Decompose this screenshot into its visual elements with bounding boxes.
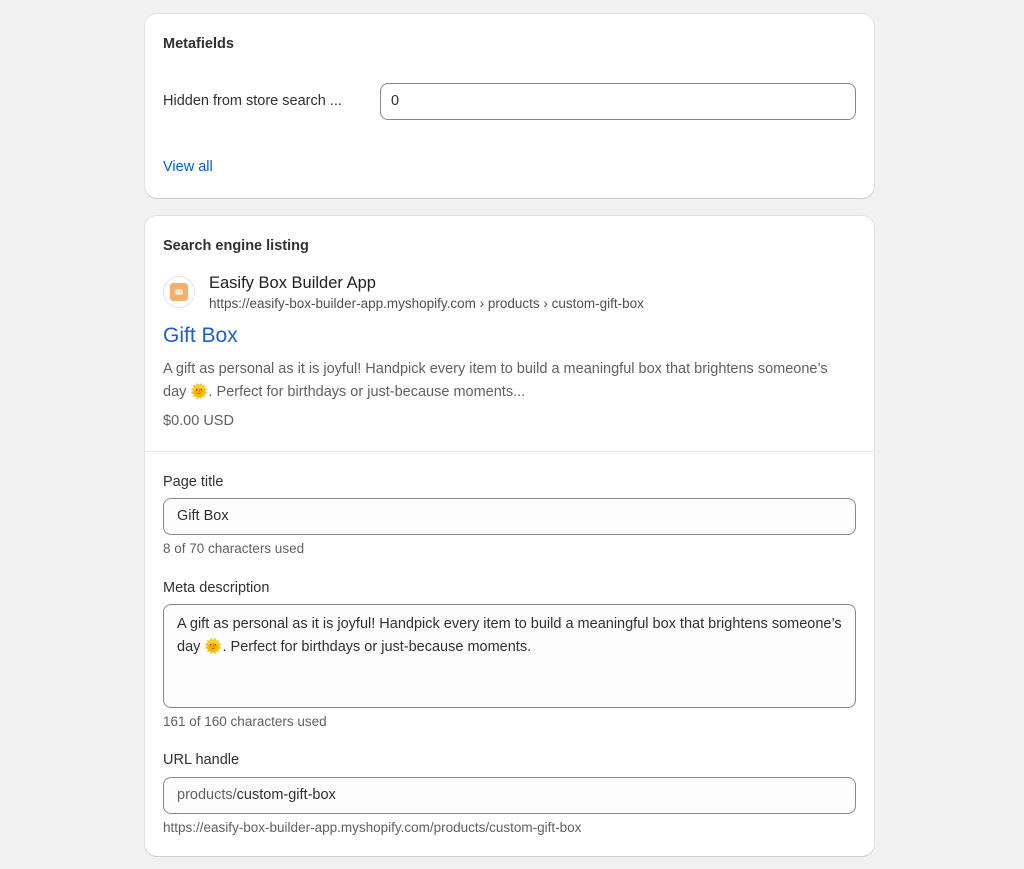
- url-handle-input[interactable]: products/custom-gift-box: [163, 777, 856, 814]
- url-handle-label: URL handle: [163, 752, 240, 768]
- preview-description: A gift as personal as it is joyful! Hand…: [163, 361, 828, 400]
- store-favicon-icon: [163, 276, 195, 308]
- metafield-hidden-from-search-input[interactable]: 0: [380, 83, 856, 120]
- metafield-hidden-from-search-label: Hidden from store search ...: [163, 93, 342, 109]
- divider: [145, 451, 874, 452]
- preview-price: $0.00 USD: [163, 413, 234, 429]
- preview-page-title: Gift Box: [163, 324, 238, 347]
- preview-site-url: https://easify-box-builder-app.myshopify…: [209, 296, 644, 311]
- view-all-metafields-link[interactable]: View all: [163, 159, 213, 175]
- meta-description-char-count: 161 of 160 characters used: [163, 714, 327, 729]
- preview-site-name: Easify Box Builder App: [209, 274, 376, 292]
- url-handle-full-url: https://easify-box-builder-app.myshopify…: [163, 820, 582, 835]
- metafields-title: Metafields: [163, 36, 234, 52]
- search-engine-listing-title: Search engine listing: [163, 238, 309, 254]
- search-engine-listing-card: Search engine listing Easify Box Builder…: [145, 216, 874, 856]
- url-handle-prefix: products/: [177, 787, 237, 803]
- page-title-char-count: 8 of 70 characters used: [163, 541, 305, 556]
- page-title-label: Page title: [163, 474, 224, 490]
- metafields-card: Metafields Hidden from store search ... …: [145, 14, 874, 198]
- meta-description-textarea[interactable]: A gift as personal as it is joyful! Hand…: [163, 604, 856, 708]
- url-handle-value: custom-gift-box: [236, 787, 336, 803]
- meta-description-label: Meta description: [163, 580, 270, 596]
- page-title-input[interactable]: Gift Box: [163, 498, 856, 535]
